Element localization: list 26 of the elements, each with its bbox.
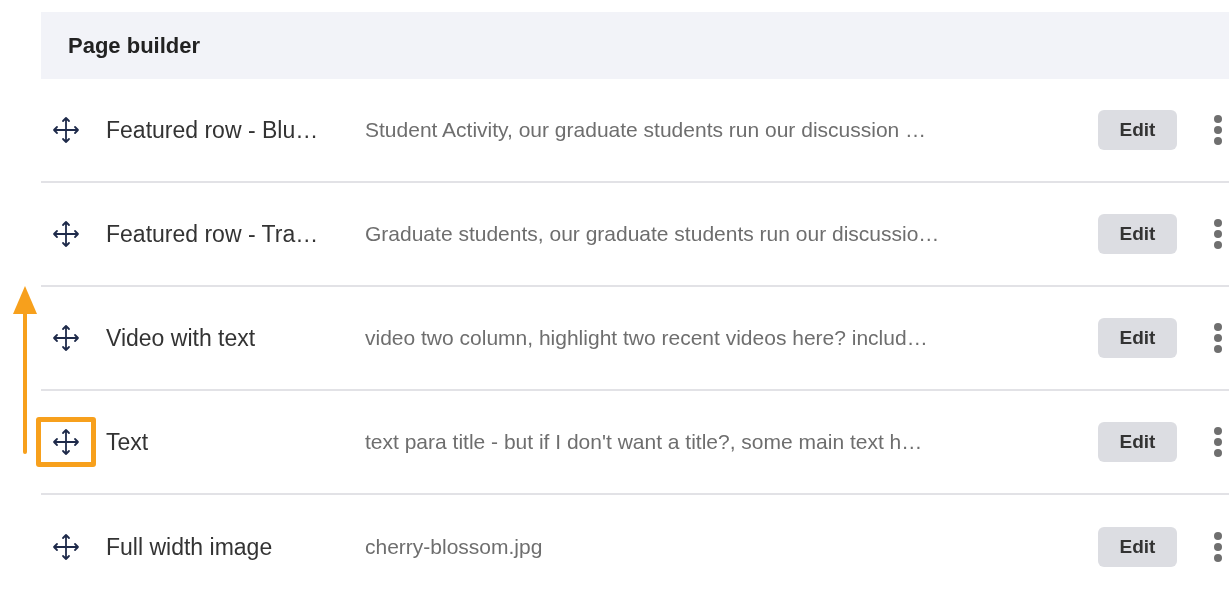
more-options-icon[interactable]: [1213, 322, 1223, 354]
edit-button[interactable]: Edit: [1098, 318, 1177, 358]
move-icon[interactable]: [52, 220, 80, 248]
section-title: Page builder: [68, 32, 201, 60]
edit-button[interactable]: Edit: [1098, 527, 1177, 567]
row-summary: Student Activity, our graduate students run our discussion …: [365, 117, 928, 144]
more-options-icon[interactable]: [1213, 218, 1223, 250]
row-name: Featured row - Tra…: [106, 219, 320, 249]
more-options-icon[interactable]: [1213, 114, 1223, 146]
row-summary: Graduate students, our graduate students run our discussio…: [365, 221, 941, 248]
move-icon[interactable]: [52, 533, 80, 561]
row-name: Video with text: [106, 323, 257, 353]
edit-button[interactable]: Edit: [1098, 110, 1177, 150]
row-name: Text: [106, 427, 150, 457]
edit-button[interactable]: Edit: [1098, 214, 1177, 254]
move-icon[interactable]: [52, 116, 80, 144]
row-summary: cherry-blossom.jpg: [365, 534, 544, 561]
move-icon[interactable]: [52, 428, 80, 456]
edit-button[interactable]: Edit: [1098, 422, 1177, 462]
move-icon[interactable]: [52, 324, 80, 352]
row-summary: video two column, highlight two recent videos here? includ…: [365, 325, 929, 352]
row-name: Featured row - Blu…: [106, 115, 320, 145]
row-name: Full width image: [106, 532, 274, 562]
more-options-icon[interactable]: [1213, 531, 1223, 563]
row-summary: text para title - but if I don't want a title?, some main text h…: [365, 429, 924, 456]
more-options-icon[interactable]: [1213, 426, 1223, 458]
